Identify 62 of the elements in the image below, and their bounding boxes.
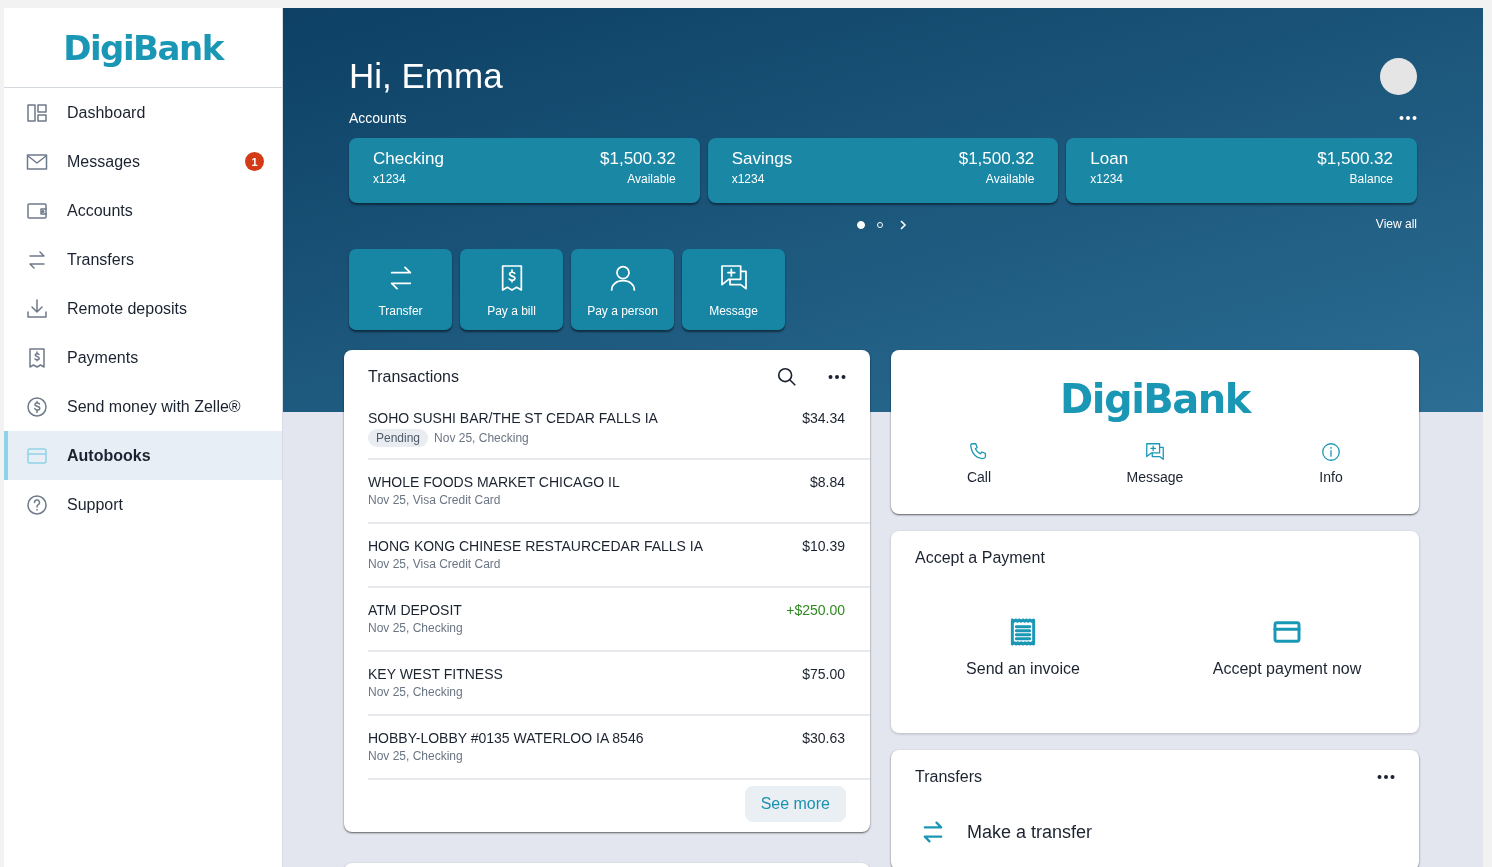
transaction-name: HONG KONG CHINESE RESTAURCEDAR FALLS IA (368, 538, 704, 554)
transaction-name: WHOLE FOODS MARKET CHICAGO IL (368, 474, 620, 490)
card-title: Accept a Payment (915, 549, 1046, 567)
nav-item[interactable]: Transfers (4, 235, 282, 284)
digibank-logo: DigiBank (1060, 376, 1250, 422)
contact-action-button[interactable]: Message (1067, 440, 1243, 486)
section-title: Accounts (349, 110, 407, 126)
nav-item[interactable]: Support (4, 480, 282, 529)
unread-badge: 1 (245, 152, 264, 171)
nav-item[interactable]: Payments (4, 333, 282, 382)
nav-item[interactable]: Send money with Zelle® (4, 382, 282, 431)
status-tag: Pending (368, 429, 429, 447)
transaction-meta: Nov 25, Checking (368, 685, 463, 699)
view-all-link[interactable]: View all (1375, 217, 1417, 231)
info-icon (1320, 441, 1342, 463)
search-icon[interactable] (776, 366, 798, 388)
quick-action-button[interactable]: Transfer (349, 249, 452, 330)
payment-action-button[interactable]: Send an invoice (891, 615, 1155, 679)
nav-item[interactable]: Dashboard (4, 88, 282, 137)
make-transfer-link[interactable]: Make a transfer (967, 821, 1093, 843)
contact-action-button[interactable]: Call (891, 440, 1067, 486)
more-icon[interactable] (1399, 115, 1417, 121)
payment-action-button[interactable]: Accept payment now (1155, 615, 1419, 679)
account-card[interactable]: Loan x1234 $1,500.32 Balance (1066, 138, 1417, 203)
message-icon (1144, 441, 1166, 463)
transaction-amount: $34.34 (802, 410, 845, 426)
greeting: Hi, Emma (349, 56, 503, 96)
avatar[interactable] (1380, 57, 1417, 95)
transaction-meta: Nov 25, Checking (368, 621, 463, 635)
quick-action-button[interactable]: Pay a bill (460, 249, 563, 330)
transaction-amount: +$250.00 (786, 602, 845, 618)
dollar-icon (25, 394, 49, 419)
account-card[interactable]: Checking x1234 $1,500.32 Available (349, 138, 700, 203)
more-icon[interactable] (828, 374, 846, 380)
quick-action-button[interactable]: Pay a person (571, 249, 674, 330)
transaction-amount: $10.39 (802, 538, 845, 554)
nav-item[interactable]: Autobooks (4, 431, 282, 480)
transaction-amount: $30.63 (802, 730, 845, 746)
transaction-name: SOHO SUSHI BAR/THE ST CEDAR FALLS IA (368, 410, 658, 426)
account-card[interactable]: Savings x1234 $1,500.32 Available (707, 138, 1059, 203)
card-title: Transactions (368, 368, 460, 386)
nav-item[interactable]: Remote deposits (4, 284, 282, 333)
download-icon (25, 296, 49, 321)
transaction-name: ATM DEPOSIT (368, 602, 462, 618)
digibank-logo: DigiBank (4, 8, 282, 88)
transaction-name: KEY WEST FITNESS (368, 666, 503, 682)
transaction-meta: Nov 25, Checking (434, 431, 529, 445)
transaction-amount: $8.84 (809, 474, 845, 490)
transaction-meta: Nov 25, Visa Credit Card (368, 557, 501, 571)
transaction-meta: Nov 25, Visa Credit Card (368, 493, 501, 507)
card-title: Transfers (915, 768, 983, 786)
transaction-name: HOBBY-LOBBY #0135 WATERLOO IA 8546 (368, 730, 644, 746)
transaction-meta: Nov 25, Checking (368, 749, 463, 763)
transaction-amount: $75.00 (802, 666, 845, 682)
nav-item[interactable]: Messages 1 (4, 137, 282, 186)
quick-action-button[interactable]: Message (682, 249, 785, 330)
nav-item[interactable]: Accounts (4, 186, 282, 235)
contact-action-button[interactable]: Info (1243, 440, 1419, 486)
help-icon (25, 492, 49, 517)
carousel-dot[interactable] (857, 221, 865, 229)
chevron-right-icon[interactable] (897, 219, 909, 231)
more-icon[interactable] (1377, 774, 1395, 780)
